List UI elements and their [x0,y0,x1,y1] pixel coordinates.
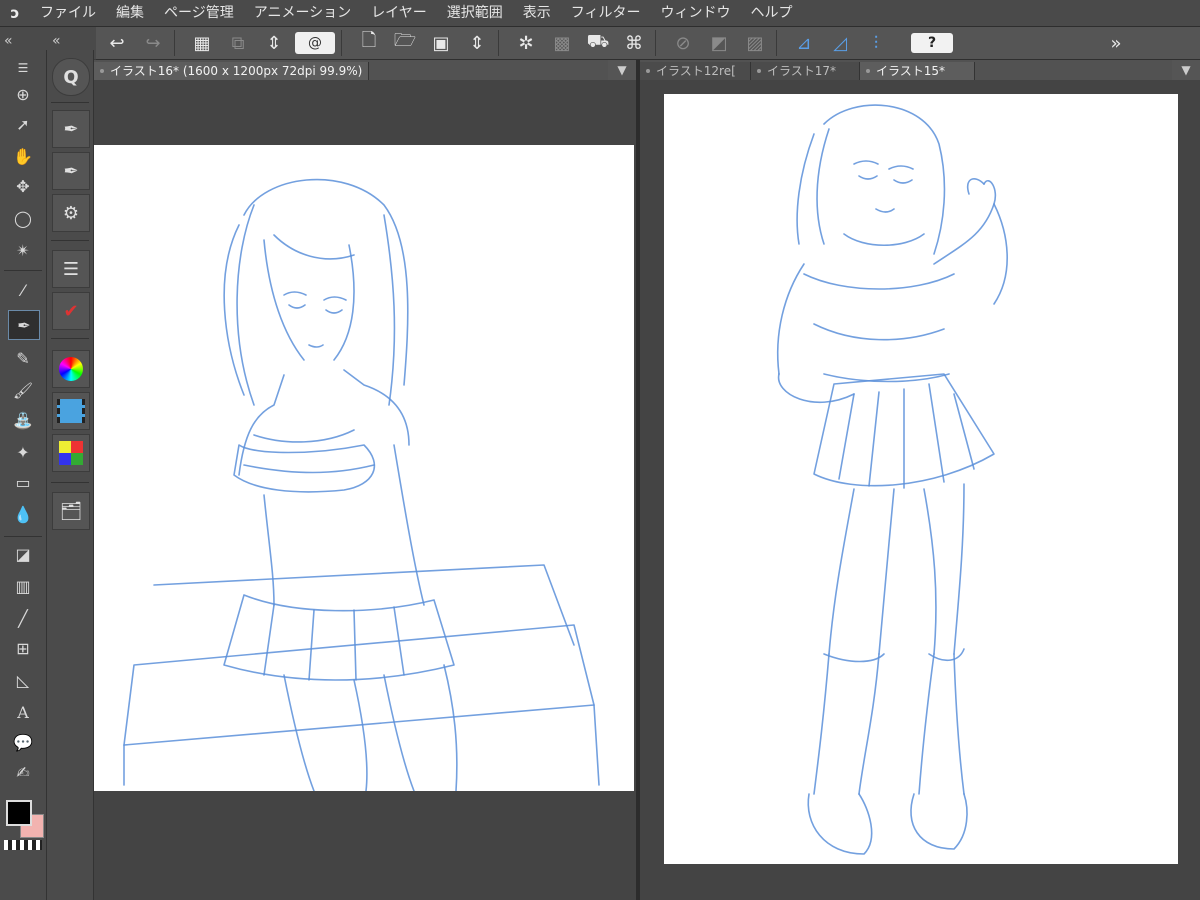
airbrush-icon[interactable]: ⛲ [8,406,38,434]
loading-icon[interactable]: ✲ [513,30,539,56]
tab-illust16[interactable]: イラスト16* (1600 x 1200px 72dpi 99.9%) [94,62,369,80]
pencil-tool-icon[interactable]: ✎ [8,344,38,372]
stepper-icon[interactable]: ⇕ [261,30,287,56]
separator [174,30,175,56]
menu-window[interactable]: ウィンドウ [651,0,741,26]
tab-illust15[interactable]: イラスト15* [860,62,975,80]
tab-illust17[interactable]: イラスト17* [751,62,860,80]
brush-tool-icon[interactable]: 🖌 [8,376,38,404]
color-wheel-icon[interactable] [52,350,90,388]
menu-selection[interactable]: 選択範囲 [437,0,513,26]
tool-property-icon[interactable]: ✒ [52,152,90,190]
menu-animation[interactable]: アニメーション [244,0,361,26]
grid-snap-icon[interactable]: ⫶ [863,30,889,56]
select-layer-icon[interactable]: ▩ [549,30,575,56]
ruler-tool-icon[interactable]: ◺ [8,666,38,694]
move-layer-icon[interactable]: ✥ [8,172,38,200]
selection-border-icon[interactable]: ▨ [742,30,768,56]
right-canvas-paper[interactable] [664,94,1178,864]
quick-access-icon[interactable]: Q [52,58,90,96]
lasso-icon[interactable]: @ [295,32,335,54]
operation-tool-icon[interactable]: ➚ [8,110,38,138]
figure-tool-icon[interactable]: ╱ [8,604,38,632]
left-sketch [123,178,600,792]
frame-tool-icon[interactable]: ⊞ [8,634,38,662]
gradient-tool-icon[interactable]: ▥ [8,572,38,600]
right-sketch [776,104,1008,855]
layer-property-icon[interactable]: ✔ [52,292,90,330]
invert-selection-icon[interactable]: ◩ [706,30,732,56]
left-canvas-paper[interactable] [94,145,634,792]
command-bar: ↩ ↪ ▦ ⧉ ⇕ @ 🗋 🗁 ▣ ⇕ ✲ ▩ ⛟ ⌘ ⊘ ◩ ▨ ⊿ ◿ ⫶ … [96,27,1200,60]
blend-tool-icon[interactable]: 💧 [8,500,38,528]
zoom-tool-icon[interactable]: ⊕ [8,80,38,108]
left-canvas-view: イラスト16* (1600 x 1200px 72dpi 99.9%) ▼ [94,60,636,900]
new-file-icon[interactable]: 🗋 [356,30,382,56]
separator [4,536,42,537]
right-tab-strip: イラスト12re[ イラスト17* イラスト15* ▼ [640,60,1200,80]
separator [51,482,89,483]
separator [51,338,89,339]
separator [4,270,42,271]
separator [655,30,656,56]
fill-tool-icon[interactable]: ◪ [8,540,38,568]
transparent-color-swatch[interactable] [4,840,42,850]
special-ruler-icon[interactable]: ◿ [827,30,853,56]
menu-edit[interactable]: 編集 [106,0,154,26]
grid-icon[interactable]: ▦ [189,30,215,56]
separator [341,30,342,56]
separator [51,240,89,241]
eraser-icon[interactable]: ▭ [8,468,38,496]
pen-tool-icon[interactable]: ✒ [8,310,40,340]
app-logo-icon[interactable]: ɔ [0,0,30,26]
tab-dropdown-icon[interactable]: ▼ [608,60,636,80]
menu-layer[interactable]: レイヤー [361,0,437,26]
menu-file[interactable]: ファイル [30,0,106,26]
menu-help[interactable]: ヘルプ [741,0,803,26]
lasso-tool-icon[interactable]: ◯ [8,204,38,232]
layer-palette-icon[interactable]: ☰ [52,250,90,288]
sub-palette-column: Q ✒ ✒ ⚙ ☰ ✔ 🗂 [47,50,94,900]
left-tab-strip: イラスト16* (1600 x 1200px 72dpi 99.9%) ▼ [94,60,636,80]
text-tool-icon[interactable]: A [8,698,38,726]
tab-illust12[interactable]: イラスト12re[ [640,62,751,80]
menu-page[interactable]: ページ管理 [154,0,244,26]
collapse-left-icon[interactable]: « [4,33,13,49]
clear-selection-icon[interactable]: ⊘ [670,30,696,56]
separator [776,30,777,56]
tab-dropdown-icon[interactable]: ▼ [1172,60,1200,80]
open-folder-icon[interactable]: 🗁 [392,30,418,56]
palette-menu-icon[interactable]: ☰ [8,54,38,82]
page-stepper-icon[interactable]: ⇕ [464,30,490,56]
main-color-swatch[interactable] [6,800,32,826]
balloon-tool-icon[interactable]: 💬 [8,728,38,756]
right-canvas-view: イラスト12re[ イラスト17* イラスト15* ▼ [640,60,1200,900]
page-icon[interactable]: ▣ [428,30,454,56]
separator [498,30,499,56]
redo-icon[interactable]: ↪ [140,30,166,56]
correct-line-icon[interactable]: ✍ [8,758,38,786]
transform-icon[interactable]: ⧉ [225,30,251,56]
separator [51,102,89,103]
brush-size-icon[interactable]: ⚙ [52,194,90,232]
material-icon[interactable]: 🗂 [52,492,90,530]
undo-icon[interactable]: ↩ [104,30,130,56]
color-set-icon[interactable] [52,434,90,472]
magic-wand-icon[interactable]: ✴ [8,236,38,264]
help-button[interactable]: ? [911,33,953,53]
sub-tool-icon[interactable]: ✒ [52,110,90,148]
menu-bar: ɔ ファイル 編集 ページ管理 アニメーション レイヤー 選択範囲 表示 フィル… [0,0,1200,27]
eyedropper-icon[interactable]: ⁄ [8,276,38,304]
fill-bucket-icon[interactable]: ⛟ [585,30,611,56]
decoration-icon[interactable]: ✦ [8,438,38,466]
tool-palette: ☰ ⊕ ➚ ✋ ✥ ◯ ✴ ⁄ ✒ ✎ 🖌 ⛲ ✦ ▭ 💧 ◪ ▥ ╱ ⊞ ◺ … [0,50,47,900]
animation-timeline-icon[interactable] [52,392,90,430]
menu-view[interactable]: 表示 [513,0,561,26]
hand-tool-icon[interactable]: ✋ [8,142,38,170]
menu-filter[interactable]: フィルター [561,0,651,26]
collapse-right-icon[interactable]: » [1103,30,1129,56]
ruler-snap-icon[interactable]: ⊿ [791,30,817,56]
collapse-left2-icon[interactable]: « [52,33,61,49]
transform-handles-icon[interactable]: ⌘ [621,30,647,56]
